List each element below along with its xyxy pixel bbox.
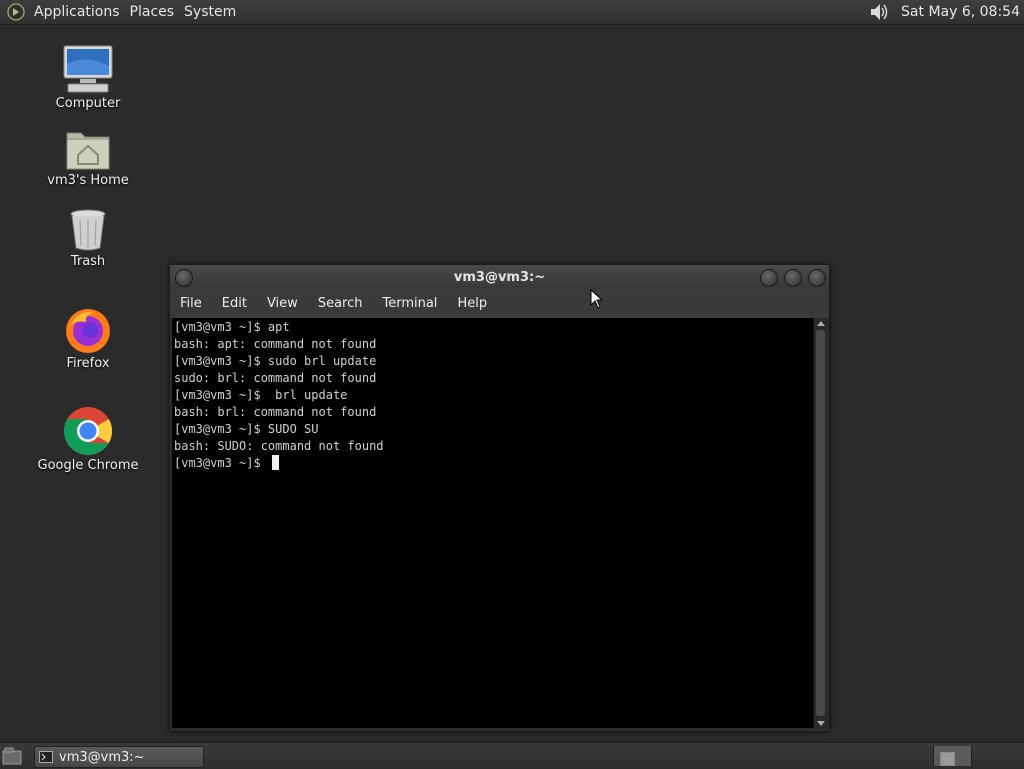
scroll-down-icon[interactable] — [817, 721, 825, 726]
terminal-window[interactable]: vm3@vm3:~ File Edit View Search Terminal… — [169, 264, 830, 732]
desktop-icon-chrome[interactable]: Google Chrome — [33, 406, 143, 473]
desktop-icon-trash[interactable]: Trash — [33, 208, 143, 269]
system-menu[interactable]: System — [182, 4, 244, 20]
menu-terminal[interactable]: Terminal — [372, 296, 447, 311]
workspace-2[interactable] — [971, 746, 1010, 766]
maximize-button[interactable] — [784, 269, 802, 287]
desktop-icon-computer[interactable]: Computer — [33, 44, 143, 111]
terminal-line: [vm3@vm3 ~]$ apt — [174, 320, 290, 334]
terminal-line: sudo: brl: command not found — [174, 371, 377, 385]
firefox-icon — [66, 309, 110, 353]
desktop-icon-label: vm3's Home — [47, 173, 129, 188]
trash-icon — [70, 209, 106, 251]
speaker-icon[interactable] — [867, 1, 891, 23]
scroll-thumb[interactable] — [816, 330, 825, 716]
window-menu-button[interactable] — [175, 269, 193, 287]
menu-edit[interactable]: Edit — [212, 296, 257, 311]
terminal-icon — [39, 751, 53, 763]
text-cursor — [271, 455, 279, 470]
window-titlebar[interactable]: vm3@vm3:~ — [170, 265, 829, 289]
terminal-prompt-line[interactable]: [vm3@vm3 ~]$ — [174, 455, 813, 472]
panel-tray: Sat May 6, 08:54 — [867, 0, 1020, 24]
menu-view[interactable]: View — [257, 296, 308, 311]
menu-file[interactable]: File — [170, 296, 212, 311]
clock[interactable]: Sat May 6, 08:54 — [901, 4, 1020, 20]
window-title: vm3@vm3:~ — [453, 269, 546, 285]
places-menu[interactable]: Places — [128, 4, 183, 20]
chrome-icon — [63, 407, 113, 456]
menu-help[interactable]: Help — [447, 296, 497, 311]
terminal-line: [vm3@vm3 ~]$ sudo brl update — [174, 354, 377, 368]
applications-menu[interactable]: Applications — [32, 4, 128, 20]
minimize-button[interactable] — [760, 269, 778, 287]
desktop-icon-label: Computer — [55, 96, 121, 111]
workspace-window-thumb — [940, 752, 955, 766]
scroll-up-icon[interactable] — [817, 321, 825, 326]
bottom-panel: vm3@vm3:~ — [0, 742, 1024, 769]
menu-search[interactable]: Search — [308, 296, 373, 311]
terminal-line: bash: apt: command not found — [174, 337, 377, 351]
desktop-icon-firefox[interactable]: Firefox — [33, 306, 143, 371]
desktop-icon-label: Trash — [70, 254, 106, 269]
terminal-scrollbar[interactable] — [813, 318, 828, 729]
terminal-line: [vm3@vm3 ~]$ SUDO SU — [174, 422, 319, 436]
home-folder-icon — [66, 132, 110, 170]
desktop-icon-label: Firefox — [66, 356, 110, 371]
desktop-icon-label: Google Chrome — [37, 458, 139, 473]
gnome-foot-icon[interactable] — [6, 2, 26, 22]
terminal-menubar: File Edit View Search Terminal Help — [170, 289, 829, 318]
workspace-1[interactable] — [933, 746, 972, 766]
computer-icon — [63, 45, 113, 93]
mouse-pointer-icon — [590, 289, 604, 309]
terminal-output[interactable]: [vm3@vm3 ~]$ apt bash: apt: command not f… — [172, 318, 813, 728]
desktop-icon-home[interactable]: vm3's Home — [33, 127, 143, 188]
terminal-line: bash: SUDO: command not found — [174, 439, 384, 453]
terminal-prompt: [vm3@vm3 ~]$ — [174, 456, 268, 470]
taskbar-terminal-button[interactable]: vm3@vm3:~ — [34, 746, 204, 768]
show-desktop-icon[interactable] — [2, 747, 22, 765]
terminal-line: [vm3@vm3 ~]$ brl update — [174, 388, 348, 402]
taskbar-terminal-label: vm3@vm3:~ — [59, 749, 145, 765]
close-button[interactable] — [808, 269, 826, 287]
top-panel: Applications Places System Sat May 6, 08… — [0, 0, 1024, 25]
terminal-line: bash: brl: command not found — [174, 405, 377, 419]
